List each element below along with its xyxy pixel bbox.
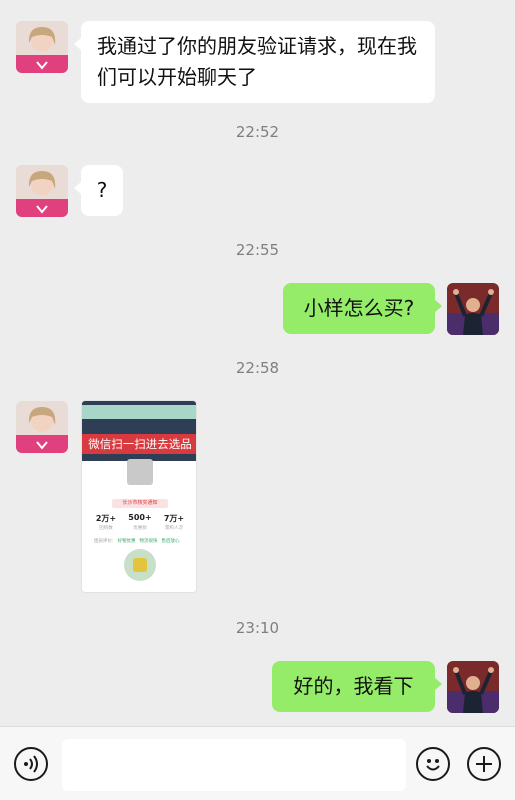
contact-avatar[interactable]: [16, 165, 68, 217]
message-input[interactable]: [62, 739, 406, 791]
my-avatar[interactable]: [447, 283, 499, 335]
message-text: ?: [96, 178, 108, 202]
timestamp: 22:52: [235, 123, 280, 141]
contact-avatar[interactable]: [16, 401, 68, 453]
image-banner: 微信扫一扫进去选品: [82, 434, 196, 454]
emoji-icon: [426, 759, 440, 771]
message-bubble-outgoing[interactable]: 好的，我看下: [272, 661, 442, 712]
qr-code-icon: [124, 549, 156, 581]
input-bar: [0, 726, 515, 800]
image-stat-label: 优惠款: [133, 526, 147, 531]
timestamp: 22:58: [235, 359, 280, 377]
emoji-button[interactable]: [416, 747, 450, 781]
timestamp: 22:55: [235, 241, 280, 259]
message-bubble-incoming[interactable]: ?: [74, 165, 123, 216]
image-tag: 长沙市核实通知: [112, 499, 168, 508]
chat-area[interactable]: 我通过了你的朋友验证请求，现在我们可以开始聊天了 22:52 ? 22:55 小…: [0, 0, 515, 726]
message-text: 我通过了你的朋友验证请求，现在我们可以开始聊天了: [97, 34, 417, 89]
image-stat-label: 累积人次: [165, 526, 183, 531]
image-stat-value: 2万+: [95, 514, 117, 523]
message-bubble-incoming[interactable]: 我通过了你的朋友验证请求，现在我们可以开始聊天了: [74, 21, 435, 103]
my-avatar[interactable]: [447, 661, 499, 713]
voice-icon: [24, 755, 38, 773]
contact-avatar[interactable]: [16, 21, 68, 73]
message-bubble-outgoing[interactable]: 小样怎么买?: [283, 283, 442, 334]
image-shop-avatar: [127, 459, 153, 485]
message-text: 小样怎么买?: [303, 296, 415, 320]
more-button[interactable]: [467, 747, 501, 781]
image-stat-value: 500+: [128, 513, 152, 522]
plus-icon: [476, 756, 492, 772]
message-text: 好的，我看下: [293, 674, 414, 698]
image-stat-label: 团购数: [99, 526, 113, 531]
image-stat-value: 7万+: [163, 514, 185, 523]
timestamp: 23:10: [235, 619, 280, 637]
image-message[interactable]: 微信扫一扫进去选品 长沙市核实通知 2万+ 团购数 500+ 优惠款 7万+ 累…: [81, 400, 197, 593]
image-ratings: 团员评价: 好物优惠 物流很快 售后放心: [94, 539, 180, 544]
voice-button[interactable]: [14, 747, 48, 781]
